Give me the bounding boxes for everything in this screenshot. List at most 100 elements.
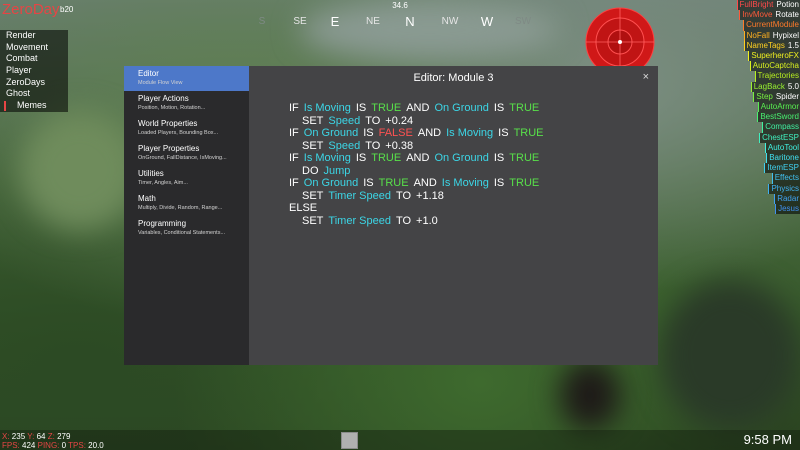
module-nofall: NoFall Hypixel — [743, 30, 800, 41]
sidebar-item-math[interactable]: Math Multiply, Divide, Random, Range... — [124, 191, 249, 216]
sidebar-item-utilities[interactable]: Utilities Timer, Angles, Aim... — [124, 166, 249, 191]
code-token-kw: SET — [302, 139, 324, 152]
module-name: Physics — [771, 183, 799, 193]
category-memes[interactable]: Memes — [0, 100, 68, 112]
code-line[interactable]: DO Jump — [289, 165, 549, 178]
module-name: FullBright — [739, 0, 774, 9]
coordinates-readout: X: 235 Y: 64 Z: 279 FPS: 424 PING: 0 TPS… — [2, 432, 104, 450]
code-line[interactable]: IF Is Moving IS TRUE AND On Ground IS TRUE — [289, 102, 549, 115]
module-setting: 5.0 — [787, 81, 799, 91]
compass-mark-s: S — [258, 16, 266, 27]
sidebar-item-title: Player Properties — [138, 144, 200, 153]
category-zerodays[interactable]: ZeroDays — [0, 77, 68, 89]
fps-value: 424 — [22, 440, 36, 450]
code-token-var[interactable]: Speed — [328, 115, 360, 127]
code-token-var[interactable]: Is Moving — [446, 127, 493, 139]
code-token-kw: AND — [417, 127, 442, 139]
module-setting: Rotate — [775, 10, 799, 20]
code-token-num[interactable]: +1.18 — [416, 190, 444, 202]
sidebar-item-subtitle: OnGround, FallDistance, IsMoving... — [138, 155, 227, 161]
category-movement[interactable]: Movement — [0, 42, 68, 54]
code-line[interactable]: ELSE — [289, 202, 549, 215]
module-name: ItemESP — [767, 163, 799, 173]
sidebar-item-subtitle: Module Flow View — [138, 80, 183, 86]
module-itemesp: ItemESP — [764, 163, 800, 174]
clock: 9:58 PM — [743, 432, 792, 447]
category-player[interactable]: Player — [0, 65, 68, 77]
compass-mark-ne: NE — [366, 16, 380, 27]
code-token-num[interactable]: +0.24 — [385, 115, 413, 127]
module-name: Step — [756, 91, 773, 101]
compass-mark-n: N — [405, 14, 415, 29]
code-token-kw: SET — [302, 214, 324, 227]
code-token-kw: IS — [493, 102, 505, 114]
module-flow-code[interactable]: IF Is Moving IS TRUE AND On Ground IS TRUE SET Sp… — [289, 102, 549, 227]
code-token-kw: TO — [395, 214, 412, 227]
sidebar-item-programming[interactable]: Programming Variables, Conditional Statem… — [124, 216, 249, 241]
sidebar-item-player-properties[interactable]: Player Properties OnGround, FallDistance,… — [124, 141, 249, 166]
code-token-num[interactable]: +0.38 — [385, 140, 413, 152]
module-nametags: NameTags 1.5 — [743, 40, 800, 51]
code-line[interactable]: SET Speed TO +0.24 — [289, 115, 549, 128]
code-line[interactable]: IF On Ground IS FALSE AND Is Moving IS TRUE — [289, 127, 549, 140]
close-icon[interactable]: × — [643, 71, 649, 83]
code-token-var[interactable]: Timer Speed — [328, 190, 391, 202]
sidebar-item-player-actions[interactable]: Player Actions Position, Motion, Rotation… — [124, 91, 249, 116]
code-token-kw: IS — [493, 177, 505, 189]
code-token-var[interactable]: On Ground — [304, 127, 358, 139]
code-line[interactable]: IF Is Moving IS TRUE AND On Ground IS TRUE — [289, 152, 549, 165]
editor-sidebar: Editor Module Flow View Player Actions Posi… — [124, 66, 249, 365]
code-token-kw: AND — [413, 177, 437, 189]
code-token-tru[interactable]: TRUE — [509, 152, 539, 164]
code-token-var[interactable]: On Ground — [304, 177, 358, 189]
sidebar-item-title: World Properties — [138, 119, 198, 128]
code-token-kw: IS — [363, 127, 374, 139]
code-line[interactable]: SET Timer Speed TO +1.0 — [289, 215, 549, 228]
code-token-tru[interactable]: TRUE — [379, 177, 409, 189]
code-token-tru[interactable]: TRUE — [514, 127, 544, 139]
code-token-tru[interactable]: TRUE — [371, 102, 401, 114]
background-foliage — [20, 110, 140, 230]
sidebar-item-subtitle: Variables, Conditional Statements... — [138, 230, 226, 236]
code-token-var[interactable]: Speed — [328, 140, 360, 152]
sidebar-item-title: Player Actions — [138, 94, 189, 103]
code-line[interactable]: SET Timer Speed TO +1.18 — [289, 190, 549, 203]
module-name: NameTags — [746, 40, 785, 50]
tps-value: 20.0 — [88, 440, 104, 450]
code-token-tru[interactable]: TRUE — [371, 152, 401, 164]
hotbar-slot[interactable] — [341, 432, 358, 449]
code-token-var[interactable]: Is Moving — [304, 152, 351, 164]
code-token-var[interactable]: Is Moving — [442, 177, 489, 189]
code-token-var[interactable]: Timer Speed — [328, 215, 391, 227]
sidebar-item-title: Programming — [138, 219, 187, 228]
code-line[interactable]: IF On Ground IS TRUE AND Is Moving IS TRUE — [289, 177, 549, 190]
code-line[interactable]: SET Speed TO +0.38 — [289, 140, 549, 153]
sidebar-item-editor[interactable]: Editor Module Flow View — [124, 66, 249, 91]
compass-heading: 34.6 — [392, 1, 408, 10]
sidebar-item-world-properties[interactable]: World Properties Loaded Players, Bounding… — [124, 116, 249, 141]
code-token-var[interactable]: On Ground — [434, 152, 488, 164]
code-token-kw: DO — [302, 164, 319, 177]
category-combat[interactable]: Combat — [0, 53, 68, 65]
compass-mark-sw: SW — [514, 16, 532, 27]
code-token-var[interactable]: Is Moving — [304, 102, 351, 114]
code-token-num[interactable]: +1.0 — [416, 215, 438, 227]
editor-main: Editor: Module 3 × IF Is Moving IS TRUE AND O… — [249, 66, 658, 365]
module-setting: Spider — [775, 91, 799, 101]
code-token-kw: SET — [302, 114, 324, 127]
code-token-fal[interactable]: FALSE — [379, 127, 413, 139]
code-token-kw: IF — [289, 102, 299, 114]
category-ghost[interactable]: Ghost — [0, 88, 68, 100]
category-list: Render Movement Combat Player ZeroDays Ghost M… — [0, 30, 68, 112]
module-invmove: InvMove Rotate — [739, 10, 800, 21]
category-render[interactable]: Render — [0, 30, 68, 42]
module-name: Baritone — [769, 153, 799, 162]
code-token-tru[interactable]: TRUE — [509, 102, 539, 114]
code-token-var[interactable]: Jump — [324, 165, 351, 177]
code-token-kw: IS — [493, 152, 505, 164]
code-token-tru[interactable]: TRUE — [509, 177, 539, 189]
module-name: BestSword — [760, 112, 799, 122]
code-token-var[interactable]: On Ground — [434, 102, 488, 114]
code-token-kw: TO — [365, 139, 381, 152]
module-trajectories: Trajectories — [754, 71, 800, 82]
